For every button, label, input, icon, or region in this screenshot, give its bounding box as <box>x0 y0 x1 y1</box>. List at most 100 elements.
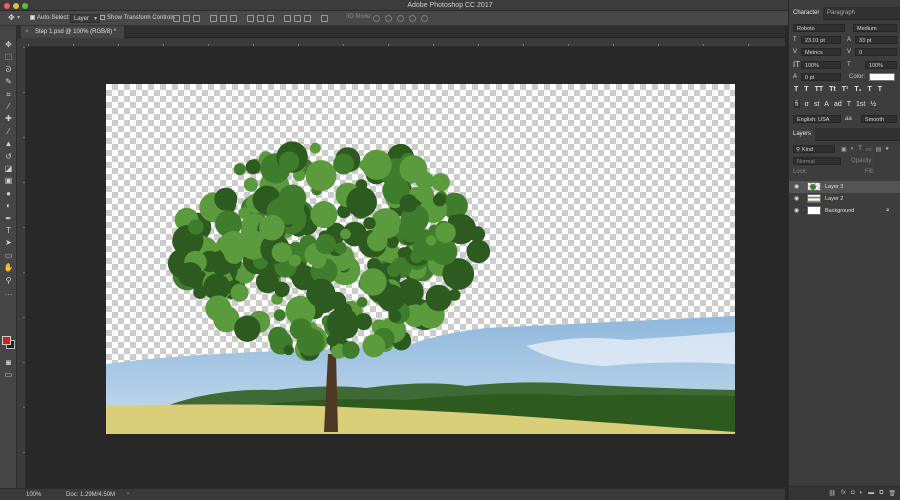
distribute-vcenter-icon[interactable] <box>257 15 264 22</box>
tab-paragraph[interactable]: Paragraph <box>823 7 859 20</box>
3d-roll-icon[interactable] <box>385 15 392 22</box>
filter-toggle-icon[interactable]: ● <box>885 146 889 153</box>
link-icon[interactable]: ⛓ <box>829 490 837 500</box>
quick-mask-icon[interactable]: ◙ <box>3 358 14 368</box>
opentype-button-2[interactable]: st <box>814 101 819 108</box>
eraser-tool[interactable]: ◪ <box>3 164 14 174</box>
font-family-select[interactable]: Roboto <box>793 24 845 32</box>
align-top-icon[interactable] <box>173 15 180 22</box>
lasso-tool[interactable]: ᘐ <box>3 65 14 75</box>
type-style-button-2[interactable]: TT <box>815 86 824 93</box>
visibility-eye-icon[interactable]: ◉ <box>794 207 799 214</box>
visibility-eye-icon[interactable]: ◉ <box>794 183 799 190</box>
show-transform-controls-checkbox[interactable]: Show Transform Controls <box>100 14 175 23</box>
align-right-icon[interactable] <box>230 15 237 22</box>
align-vcenter-icon[interactable] <box>183 15 190 22</box>
auto-align-icon[interactable] <box>321 15 328 22</box>
opentype-button-6[interactable]: 1st <box>856 101 865 108</box>
distribute-left-icon[interactable] <box>284 15 291 22</box>
filter-adjustment-icon[interactable]: ◐ <box>851 146 855 153</box>
zoom-level[interactable]: 100% <box>26 492 41 498</box>
trash-icon[interactable]: 🗑︎ <box>888 490 896 500</box>
dodge-tool[interactable]: ◐ <box>3 201 14 211</box>
type-style-button-0[interactable]: T <box>794 86 798 93</box>
blur-tool[interactable]: ● <box>3 189 14 199</box>
path-select-tool[interactable]: ➤ <box>3 238 14 248</box>
distribute-bottom-icon[interactable] <box>267 15 274 22</box>
opentype-button-4[interactable]: ad <box>834 101 842 108</box>
blend-mode-select[interactable]: Normal <box>793 157 841 165</box>
shape-tool[interactable]: ▭ <box>3 251 14 261</box>
filter-smart-icon[interactable]: ▤ <box>876 146 882 153</box>
move-tool[interactable]: ✥ <box>3 40 14 50</box>
filter-shape-icon[interactable]: ▭ <box>866 146 872 153</box>
tab-character[interactable]: Character <box>789 7 824 20</box>
3d-pan-icon[interactable] <box>397 15 404 22</box>
distribute-top-icon[interactable] <box>247 15 254 22</box>
layer-row[interactable]: ◉ Layer 3 <box>789 181 900 193</box>
layer-name[interactable]: Layer 3 <box>825 184 843 190</box>
antialias-select[interactable]: Smooth <box>861 115 897 123</box>
crop-tool[interactable]: ⌗ <box>3 90 14 100</box>
leading-field[interactable]: 33 pt <box>855 36 897 44</box>
document-tab[interactable]: × Step 1.psd @ 100% (RGB/8) * <box>21 26 125 38</box>
hand-tool[interactable]: ✋ <box>3 263 14 273</box>
filter-type-icon[interactable]: T <box>858 146 862 153</box>
visibility-eye-icon[interactable]: ◉ <box>794 195 799 202</box>
history-brush-tool[interactable]: ↺ <box>3 152 14 162</box>
opentype-button-1[interactable]: σ <box>805 101 809 108</box>
gradient-tool[interactable]: ▣ <box>3 176 14 186</box>
type-style-button-5[interactable]: T₁ <box>854 86 861 93</box>
fx-icon[interactable]: fx <box>841 490 846 500</box>
kerning-field[interactable]: Metrics <box>801 48 841 56</box>
brush-tool[interactable]: ⁄ <box>3 127 14 137</box>
layer-row[interactable]: ◉ Background 🔒︎ <box>789 205 900 217</box>
type-style-button-4[interactable]: T¹ <box>842 86 849 93</box>
tool-preset-dropdown[interactable]: ▾ <box>17 14 20 23</box>
type-style-button-1[interactable]: T <box>804 86 808 93</box>
type-tool[interactable]: T <box>3 226 14 236</box>
font-size-field[interactable]: 23.01 pt <box>801 36 841 44</box>
opentype-button-7[interactable]: ½ <box>870 101 876 108</box>
clone-stamp-tool[interactable]: ▲ <box>3 139 14 149</box>
3d-orbit-icon[interactable] <box>373 15 380 22</box>
healing-brush-tool[interactable]: ✚ <box>3 114 14 124</box>
mask-icon[interactable]: ◘ <box>851 490 855 500</box>
vertical-ruler[interactable] <box>17 47 26 488</box>
filter-pixel-icon[interactable]: ▣ <box>841 146 847 153</box>
layer-row[interactable]: ◉ Layer 2 <box>789 193 900 205</box>
type-style-button-3[interactable]: Tt <box>829 86 836 93</box>
edit-toolbar[interactable]: … <box>3 288 14 298</box>
baseline-shift-field[interactable]: 0 pt <box>801 73 841 81</box>
language-select[interactable]: English: USA <box>793 115 841 123</box>
align-bottom-icon[interactable] <box>193 15 200 22</box>
status-menu-arrow-icon[interactable]: › <box>127 491 129 497</box>
new-layer-icon[interactable]: ⧉ <box>879 490 883 500</box>
vertical-scale-field[interactable]: 100% <box>801 61 841 69</box>
distribute-right-icon[interactable] <box>304 15 311 22</box>
layer-name[interactable]: Layer 2 <box>825 196 843 202</box>
ruler-origin[interactable] <box>17 38 28 47</box>
document-info[interactable]: Doc: 1.29M/4.50M <box>66 492 115 498</box>
folder-icon[interactable]: ▬ <box>868 490 874 500</box>
eyedropper-tool[interactable]: ⁄ <box>3 102 14 112</box>
adjustment-icon[interactable]: ◐ <box>859 490 863 500</box>
text-color-swatch[interactable] <box>869 73 895 81</box>
3d-slide-icon[interactable] <box>409 15 416 22</box>
layer-filter-select[interactable]: ⚲ Kind <box>793 145 835 153</box>
auto-select-checkbox[interactable]: Auto-Select: <box>30 14 70 23</box>
opentype-button-5[interactable]: T <box>847 101 851 108</box>
document-canvas[interactable] <box>106 84 735 434</box>
3d-scale-icon[interactable] <box>421 15 428 22</box>
close-tab-icon[interactable]: × <box>25 26 29 38</box>
align-left-icon[interactable] <box>210 15 217 22</box>
move-icon[interactable]: ✥ <box>8 13 15 22</box>
quick-select-tool[interactable]: ✎ <box>3 77 14 87</box>
opentype-button-3[interactable]: A <box>824 101 829 108</box>
tracking-field[interactable]: 0 <box>855 48 897 56</box>
foreground-color-swatch[interactable] <box>2 336 11 345</box>
tab-layers[interactable]: Layers <box>789 128 816 141</box>
pen-tool[interactable]: ✒ <box>3 214 14 224</box>
align-hcenter-icon[interactable] <box>220 15 227 22</box>
auto-select-target-select[interactable]: Layer <box>70 14 101 24</box>
